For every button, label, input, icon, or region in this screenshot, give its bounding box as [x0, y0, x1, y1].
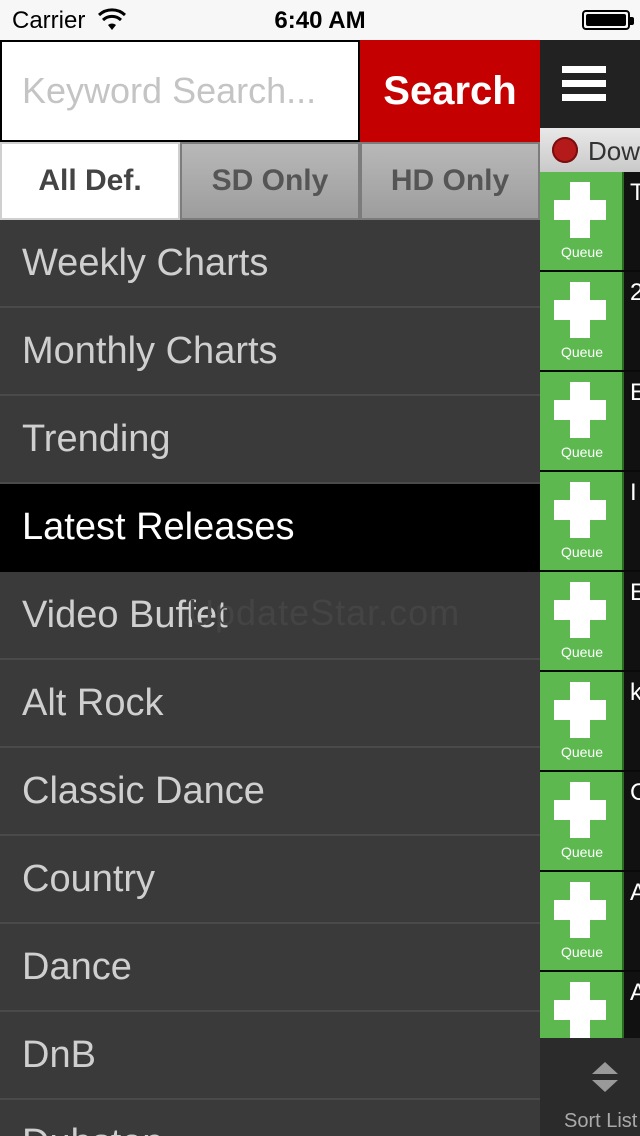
menu-item-dubstep[interactable]: Dubstep — [0, 1100, 540, 1136]
video-list: Queue T Queue 2 Queue E Queue I Queue E … — [540, 172, 640, 1072]
menu-item-classic-dance[interactable]: Classic Dance — [0, 748, 540, 836]
sort-list-button[interactable]: Sort List — [540, 1038, 640, 1136]
menu-item-latest-releases[interactable]: Latest Releases — [0, 484, 540, 572]
main-content-peek: Dow Queue T Queue 2 Queue E Queue I Queu… — [540, 40, 640, 1136]
peek-header — [540, 40, 640, 128]
item-title: I — [630, 479, 637, 506]
item-title: T — [630, 179, 640, 206]
menu-item-weekly-charts[interactable]: Weekly Charts — [0, 220, 540, 308]
tab-hd-only[interactable]: HD Only — [360, 142, 540, 220]
item-title: E — [630, 579, 640, 606]
item-title: A — [630, 979, 640, 1006]
side-menu: Search All Def. SD Only HD Only Weekly C… — [0, 40, 540, 1136]
queue-label: Queue — [560, 744, 604, 760]
download-filter[interactable]: Dow — [540, 128, 640, 173]
list-item: Queue A — [540, 872, 640, 972]
queue-label: Queue — [560, 544, 604, 560]
queue-button[interactable]: Queue — [540, 172, 624, 270]
list-item: Queue T — [540, 172, 640, 272]
queue-label: Queue — [560, 344, 604, 360]
list-item: Queue 2 — [540, 272, 640, 372]
record-dot-icon — [552, 137, 578, 163]
list-item: Queue C — [540, 772, 640, 872]
clock: 6:40 AM — [274, 7, 366, 34]
list-item: Queue I — [540, 472, 640, 572]
list-item: Queue E — [540, 572, 640, 672]
item-title: E — [630, 379, 640, 406]
queue-label: Queue — [560, 844, 604, 860]
item-title: k — [630, 679, 640, 706]
list-item: Queue E — [540, 372, 640, 472]
queue-button[interactable]: Queue — [540, 372, 624, 470]
keyword-search-input[interactable] — [0, 40, 360, 142]
queue-button[interactable]: Queue — [540, 872, 624, 970]
menu-item-country[interactable]: Country — [0, 836, 540, 924]
item-title: A — [630, 879, 640, 906]
queue-button[interactable]: Queue — [540, 672, 624, 770]
search-button[interactable]: Search — [360, 40, 540, 142]
queue-label: Queue — [560, 944, 604, 960]
watermark: UpdateStar.com — [188, 592, 461, 633]
category-list: Weekly Charts Monthly Charts Trending La… — [0, 220, 540, 1136]
queue-button[interactable]: Queue — [540, 772, 624, 870]
status-bar: Carrier 6:40 AM — [0, 0, 640, 40]
queue-button[interactable]: Queue — [540, 572, 624, 670]
download-filter-label: Dow — [588, 136, 640, 166]
item-title: 2 — [630, 279, 640, 306]
menu-item-monthly-charts[interactable]: Monthly Charts — [0, 308, 540, 396]
sort-list-label: Sort List — [564, 1110, 638, 1132]
definition-filter: All Def. SD Only HD Only — [0, 142, 540, 220]
sort-icon — [592, 1062, 618, 1092]
search-bar: Search — [0, 40, 540, 142]
menu-item-dance[interactable]: Dance — [0, 924, 540, 1012]
tab-sd-only[interactable]: SD Only — [180, 142, 360, 220]
menu-item-trending[interactable]: Trending — [0, 396, 540, 484]
queue-button[interactable]: Queue — [540, 272, 624, 370]
queue-label: Queue — [560, 244, 604, 260]
hamburger-menu-icon[interactable] — [562, 66, 606, 102]
queue-label: Queue — [560, 644, 604, 660]
menu-item-alt-rock[interactable]: Alt Rock — [0, 660, 540, 748]
item-title: C — [630, 779, 640, 806]
menu-item-dnb[interactable]: DnB — [0, 1012, 540, 1100]
battery-icon — [582, 10, 634, 30]
queue-label: Queue — [560, 444, 604, 460]
queue-button[interactable]: Queue — [540, 472, 624, 570]
tab-all-def[interactable]: All Def. — [0, 142, 180, 220]
list-item: Queue k — [540, 672, 640, 772]
